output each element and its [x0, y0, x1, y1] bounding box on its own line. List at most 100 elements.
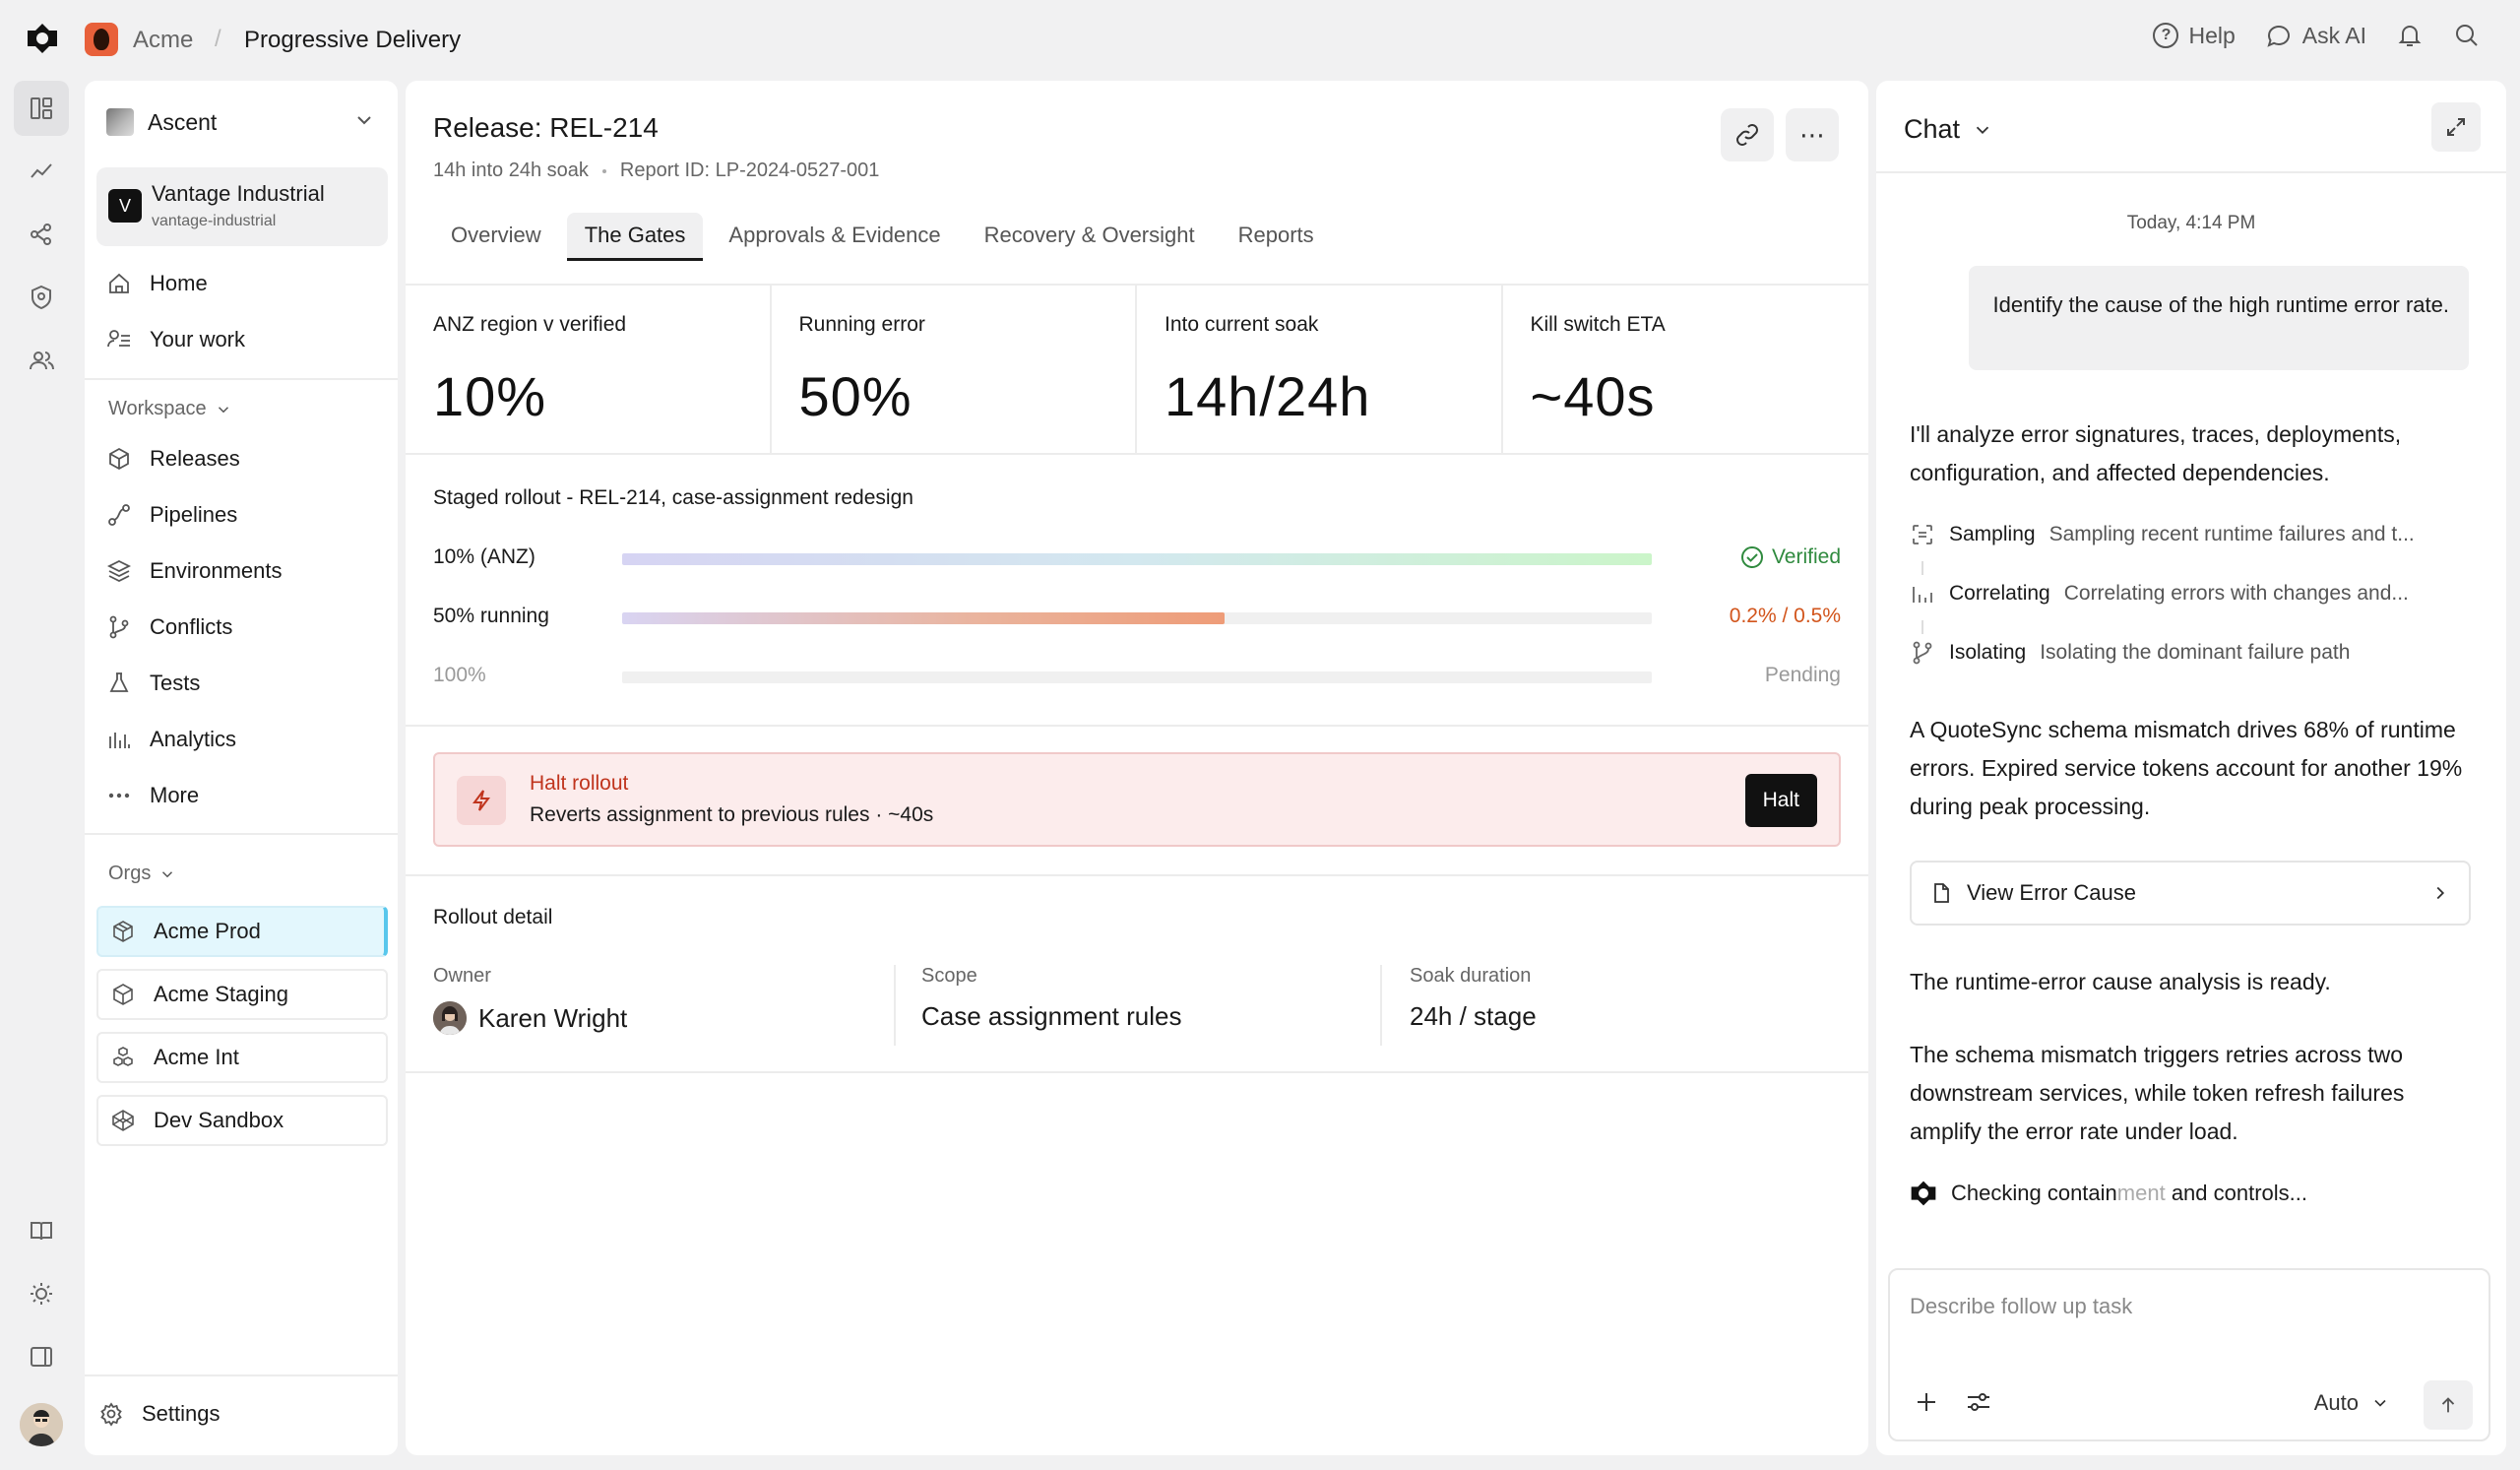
expand-icon [2447, 118, 2465, 136]
bar-chart-icon [109, 733, 130, 748]
chat-panel: Chat Today, 4:14 PM Identify the cause o… [1876, 81, 2506, 1455]
view-error-cause-card[interactable]: View Error Cause [1910, 861, 2471, 926]
stat-label: Running error [798, 313, 925, 336]
workspace-select-label: Ascent [148, 108, 218, 135]
add-attachment-button[interactable] [1914, 1386, 1939, 1423]
user-message: Identify the cause of the high runtime e… [1969, 266, 2469, 370]
breadcrumb-org[interactable]: Acme [133, 27, 193, 54]
release-subtitle: 14h into 24h soak Report ID: LP-2024-052… [433, 160, 879, 182]
cubes-icon [113, 1047, 133, 1066]
org-item-acme-int[interactable]: Acme Int [96, 1032, 388, 1083]
orgs-section-toggle[interactable]: Orgs [108, 863, 176, 885]
column-divider [894, 965, 896, 1046]
tab-the-gates[interactable]: The Gates [566, 213, 704, 261]
sidebar-item-label: Settings [142, 1401, 220, 1426]
app-logo-icon[interactable] [26, 22, 59, 55]
sidebar-item-label: Analytics [150, 727, 237, 751]
assistant-finding: A QuoteSync schema mismatch drives 68% o… [1910, 717, 2463, 819]
stage-progress-track [622, 612, 1652, 624]
org-avatar-icon[interactable] [85, 23, 118, 56]
rail-dashboard-button[interactable] [14, 81, 69, 136]
sidebar-item-pipelines[interactable]: Pipelines [106, 495, 237, 535]
sidebar-item-analytics[interactable]: Analytics [106, 720, 236, 759]
sliders-icon [1968, 1393, 1989, 1411]
sun-icon [31, 1283, 52, 1305]
user-avatar[interactable] [20, 1403, 63, 1446]
send-button[interactable] [2424, 1380, 2473, 1430]
model-select[interactable]: Auto [2314, 1390, 2390, 1416]
rail-trends-button[interactable] [14, 144, 69, 199]
breadcrumb-page[interactable]: Progressive Delivery [244, 27, 461, 54]
stage-status: 0.2% / 0.5% [1730, 605, 1841, 628]
tab-recovery-oversight[interactable]: Recovery & Oversight [967, 213, 1213, 261]
rail-security-button[interactable] [14, 270, 69, 325]
sidebar-item-home[interactable]: Home [106, 264, 208, 303]
sidebar-item-conflicts[interactable]: Conflicts [106, 607, 232, 647]
rail-share-button[interactable] [14, 207, 69, 262]
page-title: Release: REL-214 [433, 112, 659, 143]
cube-icon [113, 921, 133, 942]
step-name: Sampling [1949, 523, 2036, 545]
stat-card: Into current soak 14h/24h [1137, 284, 1503, 453]
stage-row-running: 50% running 0.2% / 0.5% [433, 603, 1841, 632]
cube-icon [113, 984, 133, 1005]
step-connector [1922, 561, 1923, 575]
stage-label: 10% (ANZ) [433, 545, 536, 568]
follow-up-input[interactable] [1910, 1294, 2461, 1319]
stage-progress-fill [622, 553, 1652, 565]
rail-team-button[interactable] [14, 333, 69, 388]
share-nodes-icon [31, 224, 51, 245]
sidebar-item-releases[interactable]: Releases [106, 439, 240, 479]
workspace-section-toggle[interactable]: Workspace [108, 398, 232, 420]
workspace-select[interactable]: Ascent [106, 102, 382, 142]
detail-label: Scope [921, 965, 977, 987]
org-item-dev-sandbox[interactable]: Dev Sandbox [96, 1095, 388, 1146]
detail-value: Karen Wright [433, 1001, 627, 1035]
thinking-text-part: and controls... [2165, 1181, 2308, 1205]
org-item-acme-staging[interactable]: Acme Staging [96, 969, 388, 1020]
bell-icon[interactable] [2396, 22, 2424, 49]
current-org-card[interactable]: V Vantage Industrial vantage-industrial [96, 167, 388, 246]
sidebar-item-label: Conflicts [150, 614, 233, 639]
view-card-label: View Error Cause [1967, 880, 2136, 905]
halt-button[interactable]: Halt [1744, 774, 1817, 827]
rollout-detail-title: Rollout detail [433, 906, 553, 928]
sidebar-item-settings[interactable]: Settings [98, 1394, 220, 1434]
chat-title: Chat [1904, 114, 1961, 144]
chevron-down-icon [1976, 126, 1989, 134]
pipeline-icon [108, 504, 130, 526]
tab-reports[interactable]: Reports [1221, 213, 1332, 261]
copy-link-button[interactable] [1721, 108, 1774, 161]
rail-panel-toggle-button[interactable] [14, 1329, 69, 1384]
rail-docs-button[interactable] [14, 1203, 69, 1258]
chat-title-dropdown[interactable]: Chat [1904, 114, 1993, 145]
sidebar-item-label: Pipelines [150, 502, 238, 527]
search-icon[interactable] [2453, 22, 2481, 49]
help-button[interactable]: ? Help [2153, 22, 2236, 49]
sidebar-item-environments[interactable]: Environments [106, 551, 283, 591]
help-label: Help [2188, 22, 2236, 48]
sidebar-item-tests[interactable]: Tests [106, 664, 200, 703]
options-button[interactable] [1965, 1390, 1992, 1419]
stage-row-pending: 100% Pending [433, 662, 1841, 691]
owner-avatar [433, 1001, 467, 1035]
ask-ai-button[interactable]: Ask AI [2265, 22, 2366, 49]
sidebar-item-your-work[interactable]: Your work [106, 320, 245, 359]
org-item-acme-prod[interactable]: Acme Prod [96, 906, 388, 957]
stats-row: ANZ region v verified 10% Running error … [406, 284, 1868, 453]
halt-description: Reverts assignment to previous rules · ~… [530, 803, 934, 826]
stat-label: Kill switch ETA [1530, 313, 1666, 336]
step-correlating: Correlating Correlating errors with chan… [1910, 579, 2481, 608]
tab-overview[interactable]: Overview [433, 213, 559, 261]
chat-bubble-icon [2267, 26, 2290, 47]
release-tabs: Overview The Gates Approvals & Evidence … [433, 213, 1340, 261]
tab-approvals-evidence[interactable]: Approvals & Evidence [711, 213, 958, 261]
more-options-button[interactable]: ⋯ [1786, 108, 1839, 161]
step-description: Isolating the dominant failure path [2040, 641, 2351, 664]
sidebar-item-more[interactable]: More [106, 776, 199, 815]
chevron-down-icon [218, 406, 228, 413]
expand-button[interactable] [2431, 102, 2481, 152]
separator-dot [601, 168, 606, 173]
stat-card: Kill switch ETA ~40s [1503, 284, 1869, 453]
rail-theme-button[interactable] [14, 1266, 69, 1321]
